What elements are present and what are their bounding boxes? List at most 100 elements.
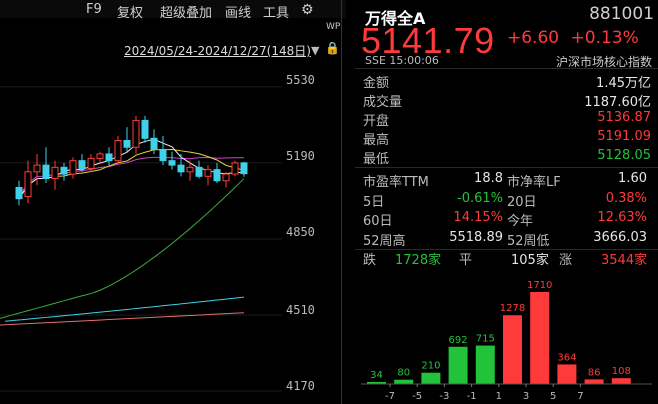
- histogram-bar: [421, 372, 441, 384]
- stat-value: -0.61%: [457, 190, 503, 206]
- quote-row: 成交量 1187.60亿: [363, 89, 651, 110]
- candle-body: [213, 169, 221, 182]
- histogram-bar-label: 80: [397, 368, 410, 379]
- histogram-bar-label: 210: [421, 361, 440, 372]
- ma-line-cyan: [5, 296, 245, 322]
- date-range-selector[interactable]: 2024/05/24-2024/12/27(148日): [124, 42, 311, 59]
- stat-value: 1.60: [618, 171, 647, 186]
- histogram-tick-label: -1: [467, 391, 477, 402]
- settings-gear-icon[interactable]: ⚙: [301, 2, 314, 18]
- candle-body: [87, 157, 95, 169]
- candle-body: [240, 162, 248, 175]
- histogram-tick-label: 7: [577, 391, 583, 402]
- y-tick-label: 4170: [286, 379, 315, 393]
- draw-line-button[interactable]: 画线: [225, 2, 251, 21]
- histogram-bar: [475, 345, 495, 384]
- stat-label: 52周低: [507, 233, 550, 249]
- histogram-bar-label: 692: [449, 335, 468, 346]
- candle-body: [51, 166, 59, 180]
- histogram-bar: [530, 292, 550, 384]
- lock-icon[interactable]: 🔒: [325, 41, 340, 55]
- histogram-bar: [584, 379, 604, 384]
- chart-toolbar: F9 复权 超级叠加 画线 工具 ⚙: [0, 0, 346, 21]
- candle-body: [150, 137, 158, 150]
- candle-body: [195, 166, 203, 177]
- change-percent: +0.13%: [570, 28, 639, 48]
- candle-body: [105, 153, 113, 162]
- quote-row: 开盘 5136.87: [363, 108, 651, 129]
- histogram-bar-label: 34: [370, 370, 383, 381]
- panel-divider: [341, 0, 342, 404]
- stat-value: 3666.03: [593, 229, 647, 245]
- breadth-histogram: 34 80 210 692 715 1278 1710 364 86 108 -7 -5 -3 -1 1 3 5…: [361, 280, 652, 402]
- candle-body: [204, 169, 212, 177]
- candle-body: [78, 160, 86, 169]
- chevron-down-icon[interactable]: ▼: [311, 44, 319, 57]
- candle-body: [141, 119, 149, 139]
- divider: [355, 68, 658, 69]
- stat-label: 市盈率TTM: [363, 175, 429, 190]
- f9-button[interactable]: F9: [86, 2, 102, 17]
- y-tick-label: 4850: [286, 225, 315, 239]
- stat-label: 20日: [507, 194, 537, 210]
- histogram-tick-label: -7: [385, 391, 395, 402]
- candle-body: [114, 140, 122, 162]
- candle-body: [96, 153, 104, 159]
- stat-label: 今年: [507, 214, 534, 229]
- candle-body: [60, 166, 68, 175]
- stat-value: 12.63%: [597, 210, 647, 225]
- quote-panel: 万得全A 881001 5141.79 +6.60 +0.13% SSE 15:…: [355, 0, 658, 404]
- stat-cell: 52周低 3666.03: [507, 228, 651, 249]
- histogram-bar: [394, 379, 414, 384]
- candle-body: [123, 140, 131, 148]
- overlay-button[interactable]: 超级叠加: [160, 2, 212, 21]
- ma-line-green: [0, 178, 245, 319]
- stat-cell: 市盈率TTM 18.8: [363, 169, 507, 190]
- y-tick-label: 5190: [286, 149, 315, 163]
- histogram-tick-label: 1: [496, 391, 502, 402]
- quote-value: 5191.09: [597, 129, 651, 144]
- stat-label: 52周高: [363, 233, 406, 249]
- stat-value: 5518.89: [449, 229, 503, 245]
- kline-chart[interactable]: [0, 60, 282, 400]
- candle-body: [231, 162, 239, 175]
- stat-value: 18.8: [474, 171, 503, 186]
- histogram-bar-label: 715: [476, 334, 495, 345]
- histogram-tick-label: 3: [523, 391, 529, 402]
- tools-button[interactable]: 工具: [263, 2, 289, 21]
- quote-row: 最低 5128.05: [363, 146, 651, 167]
- candle-body: [33, 164, 41, 173]
- candle-body: [168, 160, 176, 166]
- quote-label: 最低: [363, 152, 390, 167]
- stat-value: 14.15%: [453, 210, 503, 225]
- stat-label: 5日: [363, 194, 385, 210]
- histogram-bar: [503, 315, 522, 384]
- stat-cell: 市净率LF 1.60: [507, 169, 651, 190]
- y-tick-label: 4510: [286, 303, 315, 317]
- stat-value: 0.38%: [605, 190, 647, 206]
- candle-body: [15, 187, 23, 200]
- histogram-bar-label: 364: [557, 352, 576, 363]
- stat-cell: 今年 12.63%: [507, 208, 651, 229]
- stat-label: 市净率LF: [507, 175, 561, 190]
- quote-row: 金额 1.45万亿: [363, 70, 651, 91]
- wp-icon[interactable]: WP: [326, 22, 340, 32]
- exchange-time: SSE 15:00:06: [365, 54, 439, 67]
- stat-cell: 5日 -0.61%: [363, 189, 507, 210]
- candle-body: [177, 164, 185, 173]
- stat-cell: 52周高 5518.89: [363, 228, 507, 249]
- stat-label: 60日: [363, 214, 393, 229]
- quote-value: 5128.05: [597, 148, 651, 163]
- index-code: 881001: [589, 4, 654, 24]
- divider: [355, 167, 658, 168]
- histogram-bar: [611, 378, 631, 384]
- histogram-bar: [557, 364, 577, 384]
- candle-body: [69, 160, 77, 175]
- candle-body: [186, 166, 194, 173]
- fuquan-button[interactable]: 复权: [117, 2, 143, 21]
- change-value: +6.60: [507, 28, 560, 48]
- candle-body: [159, 148, 167, 162]
- histogram-tick-label: 5: [550, 391, 556, 402]
- price-change: +6.60 +0.13%: [507, 28, 639, 48]
- stat-cell: 60日 14.15%: [363, 208, 507, 229]
